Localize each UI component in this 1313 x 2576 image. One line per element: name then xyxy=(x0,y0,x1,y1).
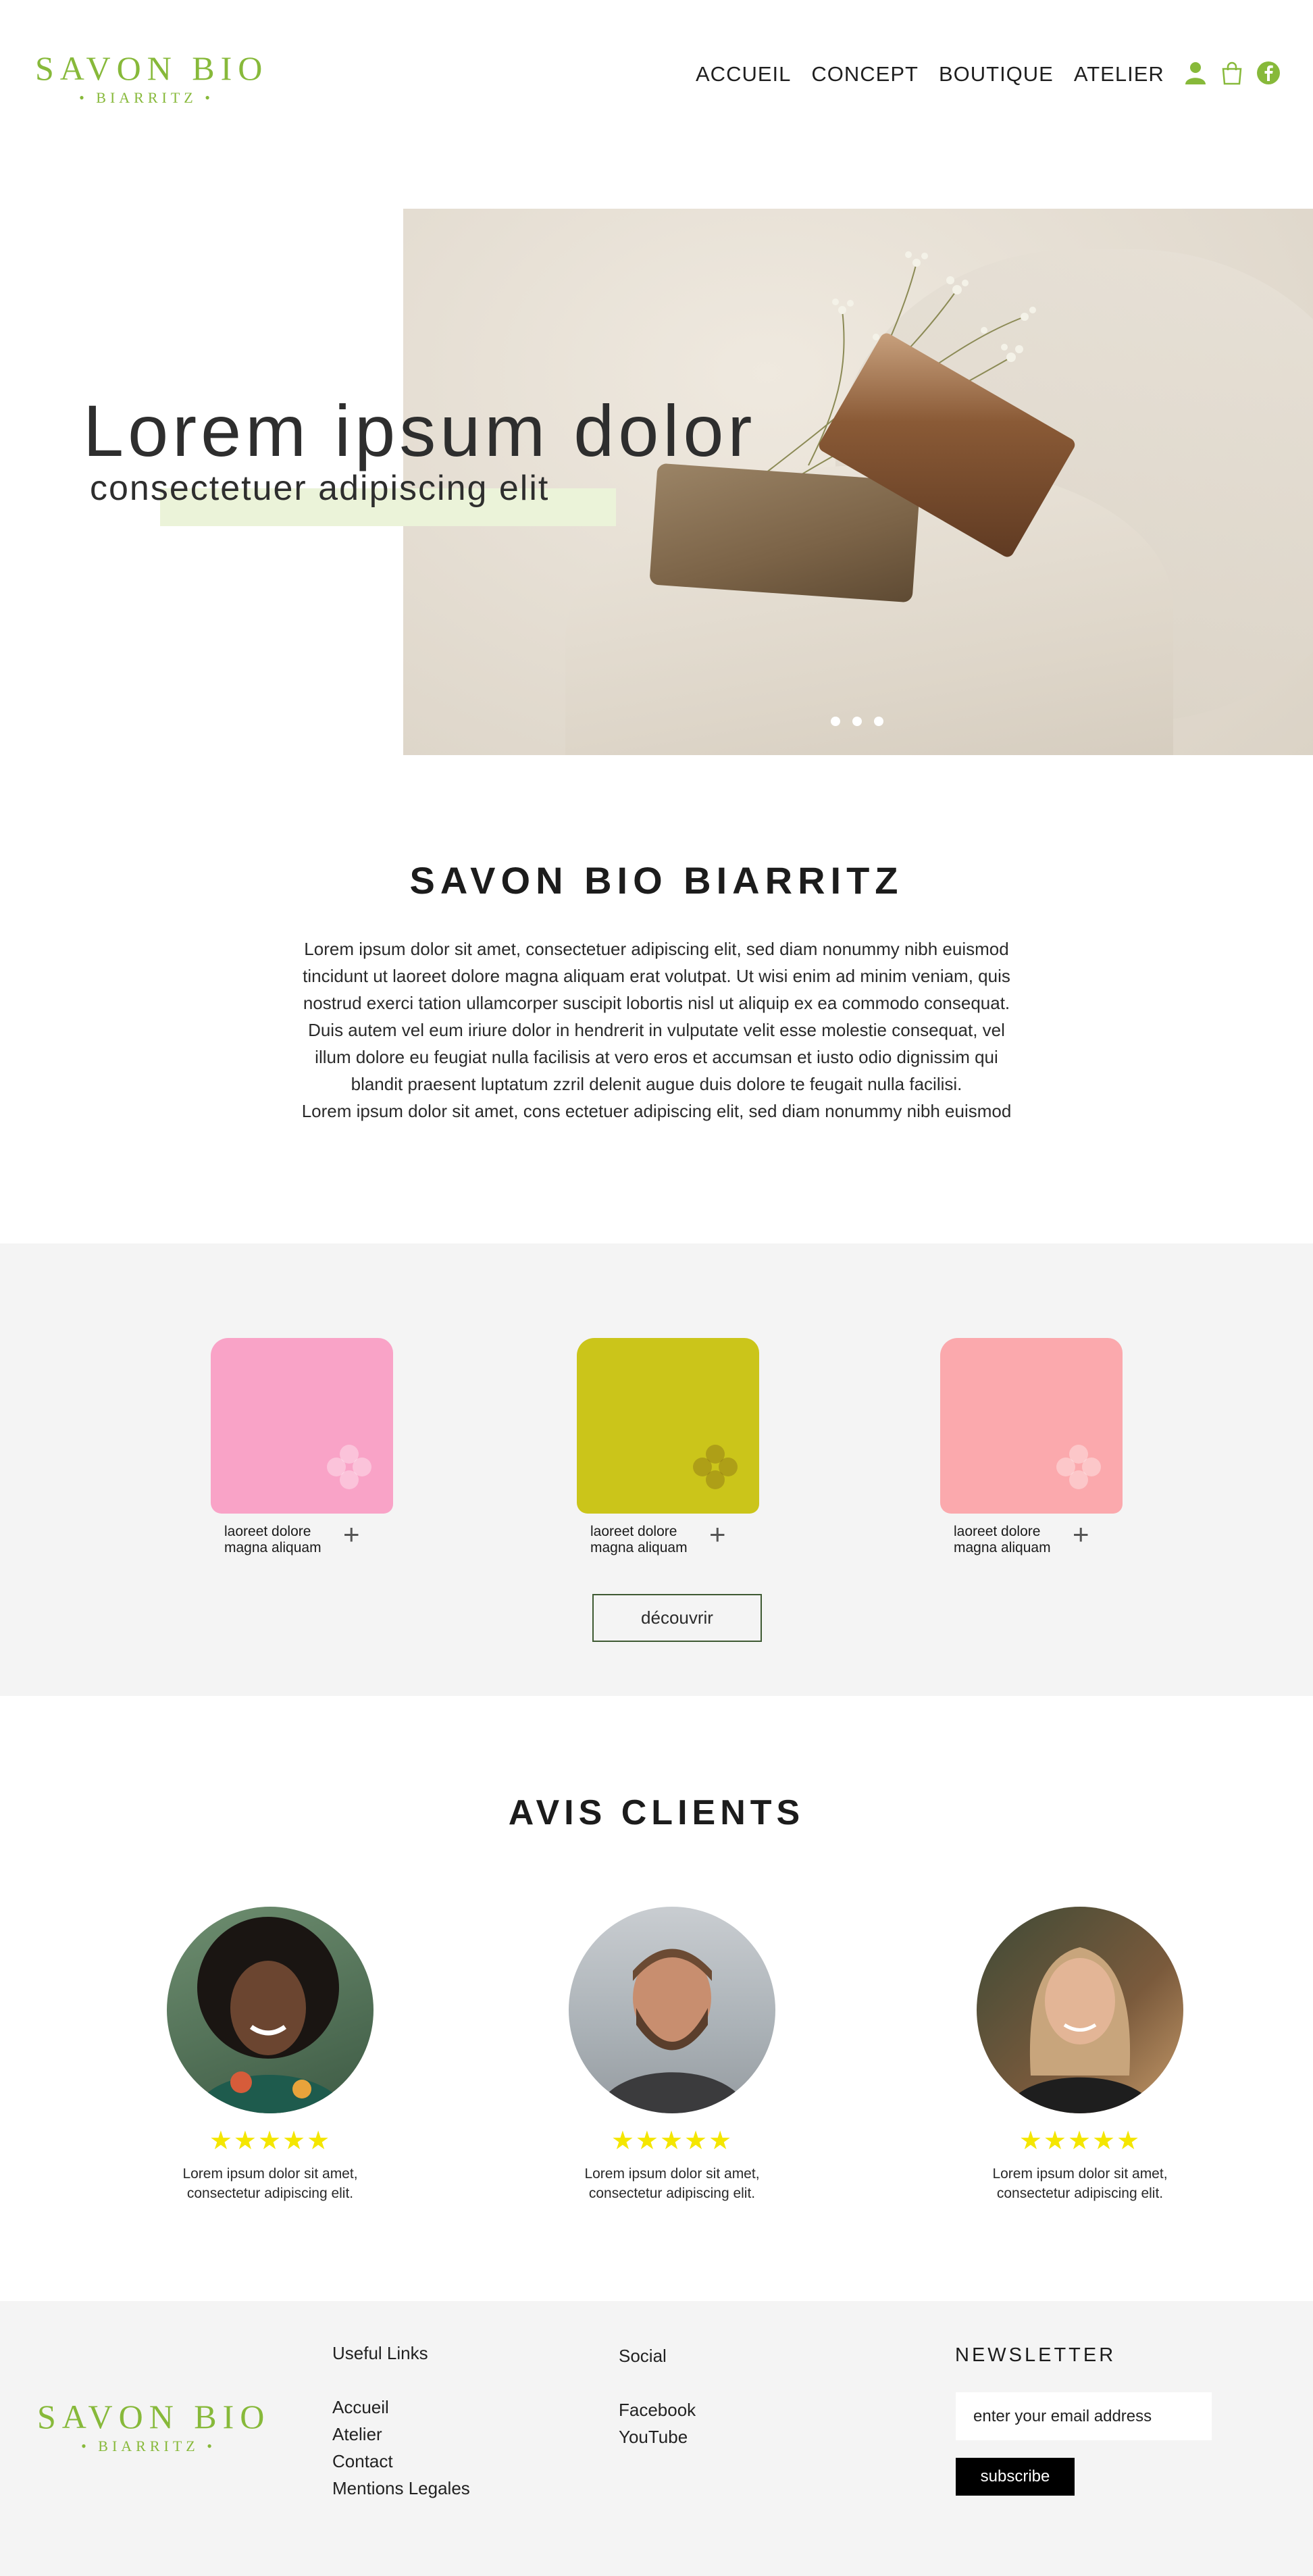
products-section: laoreet dolore magna aliquam + laoreet d… xyxy=(0,1243,1313,1696)
intro-line: tincidunt ut laoreet dolore magna aliqua… xyxy=(303,966,1010,986)
site-header: SAVON BIO • BIARRITZ • ACCUEIL CONCEPT B… xyxy=(0,0,1313,155)
reviews-title: AVIS CLIENTS xyxy=(508,1793,805,1832)
useful-links-column: Useful Links Accueil Atelier Contact Men… xyxy=(332,2343,470,2502)
intro-line: Duis autem vel eum iriure dolor in hendr… xyxy=(308,1020,1005,1040)
avatar xyxy=(569,1907,775,2113)
product-image[interactable] xyxy=(940,1338,1123,1514)
footer-link-youtube[interactable]: YouTube xyxy=(619,2423,696,2450)
hero-title: Lorem ipsum dolor xyxy=(83,390,756,471)
logo-line-2: • BIARRITZ • xyxy=(81,2438,216,2454)
avatar xyxy=(977,1907,1183,2113)
user-icon[interactable] xyxy=(1183,61,1208,85)
nav-atelier[interactable]: ATELIER xyxy=(1074,62,1164,86)
intro-line: illum dolore eu feugiat nulla facilisis … xyxy=(315,1047,998,1067)
newsletter-title: NEWSLETTER xyxy=(955,2344,1116,2366)
product-card[interactable]: laoreet dolore magna aliquam + xyxy=(577,1338,779,1555)
subscribe-button[interactable]: subscribe xyxy=(956,2458,1075,2496)
footer-link-accueil[interactable]: Accueil xyxy=(332,2394,470,2421)
social-column: Social Facebook YouTube xyxy=(619,2346,696,2450)
newsletter-email-input[interactable] xyxy=(956,2392,1212,2440)
logo-line-1: SAVON BIO xyxy=(35,49,269,87)
add-to-cart-plus-icon[interactable]: + xyxy=(1073,1520,1089,1549)
logo-line-2: • BIARRITZ • xyxy=(79,89,214,106)
product-card[interactable]: laoreet dolore magna aliquam + xyxy=(211,1338,413,1555)
product-image[interactable] xyxy=(211,1338,393,1514)
nav-concept[interactable]: CONCEPT xyxy=(811,62,919,86)
useful-links-title: Useful Links xyxy=(332,2343,428,2363)
carousel-dot-1[interactable] xyxy=(831,717,840,726)
product-label: laoreet dolore magna aliquam xyxy=(954,1524,1051,1555)
lauburu-icon xyxy=(327,1445,371,1489)
intro-line: nostrud exerci tation ullamcorper suscip… xyxy=(303,993,1010,1013)
product-label: laoreet dolore magna aliquam xyxy=(224,1524,321,1555)
review-card: ★★★★★ Lorem ipsum dolor sit amet, consec… xyxy=(561,1907,783,2203)
nav-accueil[interactable]: ACCUEIL xyxy=(696,62,791,86)
review-text: Lorem ipsum dolor sit amet, consectetur … xyxy=(584,2166,760,2201)
intro-title: SAVON BIO BIARRITZ xyxy=(409,859,904,902)
footer-link-atelier[interactable]: Atelier xyxy=(332,2421,470,2448)
footer-link-mentions[interactable]: Mentions Legales xyxy=(332,2475,470,2502)
intro-line: Lorem ipsum dolor sit amet, consectetuer… xyxy=(304,939,1009,959)
carousel-dot-3[interactable] xyxy=(874,717,883,726)
product-image[interactable] xyxy=(577,1338,759,1514)
lauburu-icon xyxy=(1056,1445,1101,1489)
footer-link-facebook[interactable]: Facebook xyxy=(619,2396,696,2423)
review-card: ★★★★★ Lorem ipsum dolor sit amet, consec… xyxy=(159,1907,382,2203)
avatar xyxy=(167,1907,374,2113)
intro-paragraph: Lorem ipsum dolor sit amet, consectetuer… xyxy=(230,935,1083,1125)
carousel-dots xyxy=(831,717,883,726)
review-card: ★★★★★ Lorem ipsum dolor sit amet, consec… xyxy=(969,1907,1191,2203)
footer-logo[interactable]: SAVON BIO • BIARRITZ • xyxy=(37,2397,271,2455)
shopping-bag-icon[interactable] xyxy=(1220,61,1244,85)
intro-line: Lorem ipsum dolor sit amet, cons ectetue… xyxy=(301,1101,1012,1121)
hero-subtitle: consectetuer adipiscing elit xyxy=(90,469,550,508)
nav-boutique[interactable]: BOUTIQUE xyxy=(939,62,1054,86)
social-title: Social xyxy=(619,2346,667,2366)
review-text: Lorem ipsum dolor sit amet, consectetur … xyxy=(182,2166,358,2201)
intro-line: blandit praesent luptatum zzril delenit … xyxy=(351,1074,962,1094)
review-text: Lorem ipsum dolor sit amet, consectetur … xyxy=(992,2166,1168,2201)
rating-stars: ★★★★★ xyxy=(209,2127,332,2155)
discover-button[interactable]: découvrir xyxy=(592,1594,762,1642)
logo-line-1: SAVON BIO xyxy=(37,2398,271,2436)
product-label: laoreet dolore magna aliquam xyxy=(590,1524,688,1555)
brand-logo[interactable]: SAVON BIO • BIARRITZ • xyxy=(35,49,269,107)
site-footer: SAVON BIO • BIARRITZ • Useful Links Accu… xyxy=(0,2301,1313,2576)
lauburu-icon xyxy=(693,1445,738,1489)
add-to-cart-plus-icon[interactable]: + xyxy=(709,1520,726,1549)
facebook-icon[interactable] xyxy=(1256,61,1281,85)
rating-stars: ★★★★★ xyxy=(611,2127,733,2155)
main-nav: ACCUEIL CONCEPT BOUTIQUE ATELIER xyxy=(696,62,1185,86)
header-icons xyxy=(1183,61,1281,85)
product-card[interactable]: laoreet dolore magna aliquam + xyxy=(940,1338,1143,1555)
footer-link-contact[interactable]: Contact xyxy=(332,2448,470,2475)
carousel-dot-2[interactable] xyxy=(852,717,862,726)
rating-stars: ★★★★★ xyxy=(1019,2127,1141,2155)
add-to-cart-plus-icon[interactable]: + xyxy=(343,1520,360,1549)
